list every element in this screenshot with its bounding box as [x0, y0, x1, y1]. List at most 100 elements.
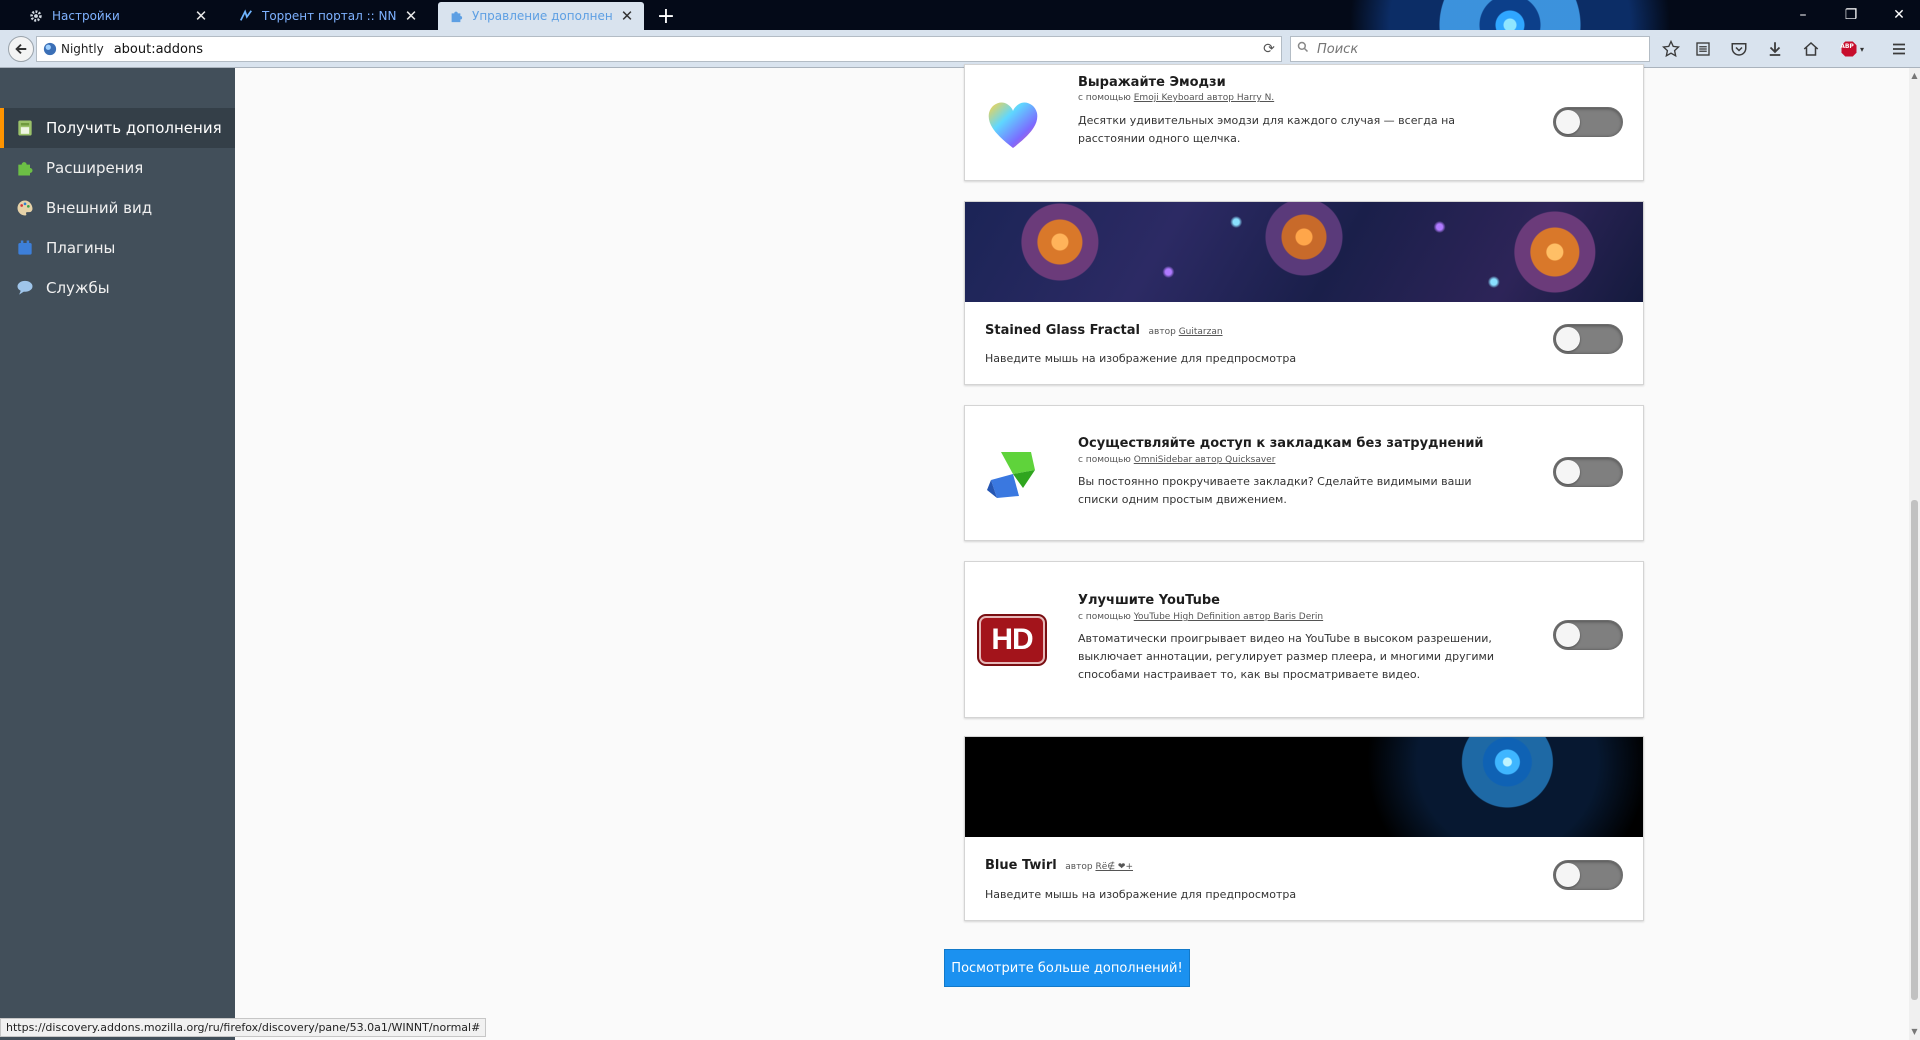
puzzle-icon	[14, 157, 36, 179]
download-icon[interactable]	[1762, 37, 1788, 61]
get-addons-icon	[14, 117, 36, 139]
categories-sidebar: Получить дополнения Расширения Внешний в…	[0, 68, 235, 1040]
install-toggle[interactable]	[1553, 107, 1623, 137]
theme-name: Stained Glass Fractal	[985, 323, 1140, 338]
addon-description: Вы постоянно прокручиваете закладки? Сде…	[1078, 475, 1472, 506]
tab-close-icon[interactable]: ✕	[620, 7, 634, 25]
addon-card-youtube-hd: HD Улучшите YouTube с помощью YouTube Hi…	[964, 561, 1644, 718]
addon-byline: с помощью OmniSidebar автор Quicksaver	[1078, 455, 1276, 465]
sidebar-item-label: Получить дополнения	[46, 119, 222, 137]
addon-byline: с помощью Emoji Keyboard автор Harry N.	[1078, 93, 1275, 103]
addon-card-omnisidebar: Осуществляйте доступ к закладкам без зат…	[964, 405, 1644, 541]
addon-description: Десятки удивительных эмодзи для каждого …	[1078, 114, 1456, 145]
omnisidebar-icon	[981, 442, 1045, 506]
scroll-down-icon[interactable]: ▼	[1909, 1026, 1920, 1037]
tab-settings[interactable]: Настройки ✕	[18, 2, 218, 30]
see-more-addons-button[interactable]: Посмотрите больше дополнений!	[944, 949, 1190, 987]
reload-icon[interactable]: ⟳	[1257, 41, 1281, 57]
toggle-knob	[1556, 863, 1580, 887]
addon-name-link[interactable]: YouTube High Definition автор Baris Deri…	[1134, 612, 1323, 622]
addon-description: Автоматически проигрывает видео на YouTu…	[1078, 632, 1494, 681]
adblock-label: ABP	[1840, 43, 1854, 50]
theme-preview-banner[interactable]	[965, 737, 1643, 837]
addon-card-emoji: Выражайте Эмодзи с помощью Emoji Keyboar…	[964, 64, 1644, 181]
identity-box[interactable]: Nightly	[37, 42, 114, 56]
nightly-globe-icon	[43, 42, 57, 56]
back-button[interactable]	[8, 36, 34, 62]
tab-addons-manager[interactable]: Управление дополнениями ✕	[438, 2, 644, 30]
toggle-knob	[1556, 327, 1580, 351]
adblock-icon[interactable]: ABP ▾	[1834, 37, 1870, 61]
theme-author-link[interactable]: Rё∉ ❤+	[1095, 862, 1133, 872]
status-link-preview: https://discovery.addons.mozilla.org/ru/…	[0, 1018, 487, 1037]
install-toggle[interactable]	[1553, 324, 1623, 354]
sidebar-item-label: Внешний вид	[46, 199, 153, 217]
sidebar-item-label: Расширения	[46, 159, 144, 177]
url-bar[interactable]: Nightly about:addons ⟳	[36, 36, 1282, 62]
page-scrollbar[interactable]: ▲ ▼	[1909, 68, 1920, 1040]
back-arrow-icon	[15, 43, 27, 55]
addon-heading: Улучшите YouTube	[1078, 593, 1220, 608]
sidebar-item-appearance[interactable]: Внешний вид	[0, 188, 235, 228]
reader-list-icon[interactable]	[1690, 37, 1716, 61]
theme-description: Наведите мышь на изображение для предпро…	[985, 888, 1297, 901]
theme-preview-banner[interactable]	[965, 202, 1643, 302]
pocket-icon[interactable]	[1726, 37, 1752, 61]
chat-bubble-icon	[14, 277, 36, 299]
tab-close-icon[interactable]: ✕	[404, 7, 418, 25]
close-window-button[interactable]: ✕	[1882, 0, 1916, 30]
addon-card-stained-glass-fractal: Stained Glass Fractal автор Guitarzan На…	[964, 201, 1644, 385]
tab-close-icon[interactable]: ✕	[194, 7, 208, 25]
install-toggle[interactable]	[1553, 457, 1623, 487]
menu-icon[interactable]	[1886, 37, 1912, 61]
install-toggle[interactable]	[1553, 620, 1623, 650]
search-bar[interactable]	[1290, 36, 1650, 62]
search-input[interactable]	[1315, 40, 1649, 58]
addon-byline: с помощью YouTube High Definition автор …	[1078, 612, 1324, 622]
plugin-block-icon	[14, 237, 36, 259]
addon-name-link[interactable]: OmniSidebar автор Quicksaver	[1134, 455, 1276, 465]
toggle-knob	[1556, 110, 1580, 134]
sidebar-item-label: Плагины	[46, 239, 116, 257]
theme-title-line: Blue Twirl автор Rё∉ ❤+	[985, 858, 1134, 873]
discovery-pane: Выражайте Эмодзи с помощью Emoji Keyboar…	[235, 64, 1909, 1040]
bookmark-star-icon[interactable]	[1658, 37, 1684, 61]
tab-title: Настройки	[52, 9, 120, 23]
site-favicon	[238, 8, 254, 24]
theme-description: Наведите мышь на изображение для предпро…	[985, 352, 1297, 365]
search-icon	[1291, 41, 1315, 57]
puzzle-icon	[448, 8, 464, 24]
sidebar-item-get-addons[interactable]: Получить дополнения	[0, 108, 235, 148]
tab-title: Управление дополнениями	[472, 9, 612, 23]
sidebar-item-extensions[interactable]: Расширения	[0, 148, 235, 188]
theme-title-line: Stained Glass Fractal автор Guitarzan	[985, 323, 1223, 338]
tab-strip: Настройки ✕ Торрент портал :: NNM-Club ✕…	[0, 0, 1920, 30]
addon-heading: Осуществляйте доступ к закладкам без зат…	[1078, 436, 1484, 451]
navigation-toolbar: Nightly about:addons ⟳ ABP ▾	[0, 30, 1920, 68]
home-icon[interactable]	[1798, 37, 1824, 61]
theme-author-link[interactable]: Guitarzan	[1179, 327, 1223, 337]
emoji-heart-icon	[981, 92, 1045, 156]
new-tab-button[interactable]: +	[652, 2, 680, 30]
addon-card-blue-twirl: Blue Twirl автор Rё∉ ❤+ Наведите мышь на…	[964, 736, 1644, 921]
gear-icon	[28, 8, 44, 24]
toggle-knob	[1556, 623, 1580, 647]
theme-name: Blue Twirl	[985, 858, 1057, 873]
maximize-button[interactable]: ❐	[1834, 0, 1868, 30]
sidebar-item-plugins[interactable]: Плагины	[0, 228, 235, 268]
scrollbar-thumb[interactable]	[1911, 500, 1918, 1000]
palette-icon	[14, 197, 36, 219]
sidebar-item-label: Службы	[46, 279, 110, 297]
identity-label: Nightly	[61, 42, 104, 56]
scroll-up-icon[interactable]: ▲	[1909, 70, 1920, 81]
tab-torrent-portal[interactable]: Торрент портал :: NNM-Club ✕	[228, 2, 428, 30]
sidebar-item-services[interactable]: Службы	[0, 268, 235, 308]
url-text[interactable]: about:addons	[114, 42, 1257, 57]
install-toggle[interactable]	[1553, 860, 1623, 890]
addon-name-link[interactable]: Emoji Keyboard автор Harry N.	[1134, 93, 1274, 103]
hd-badge-icon: HD	[979, 608, 1045, 672]
theme-background-art	[1300, 0, 1720, 30]
toggle-knob	[1556, 460, 1580, 484]
addon-heading: Выражайте Эмодзи	[1078, 75, 1226, 90]
minimize-button[interactable]: –	[1786, 0, 1820, 30]
